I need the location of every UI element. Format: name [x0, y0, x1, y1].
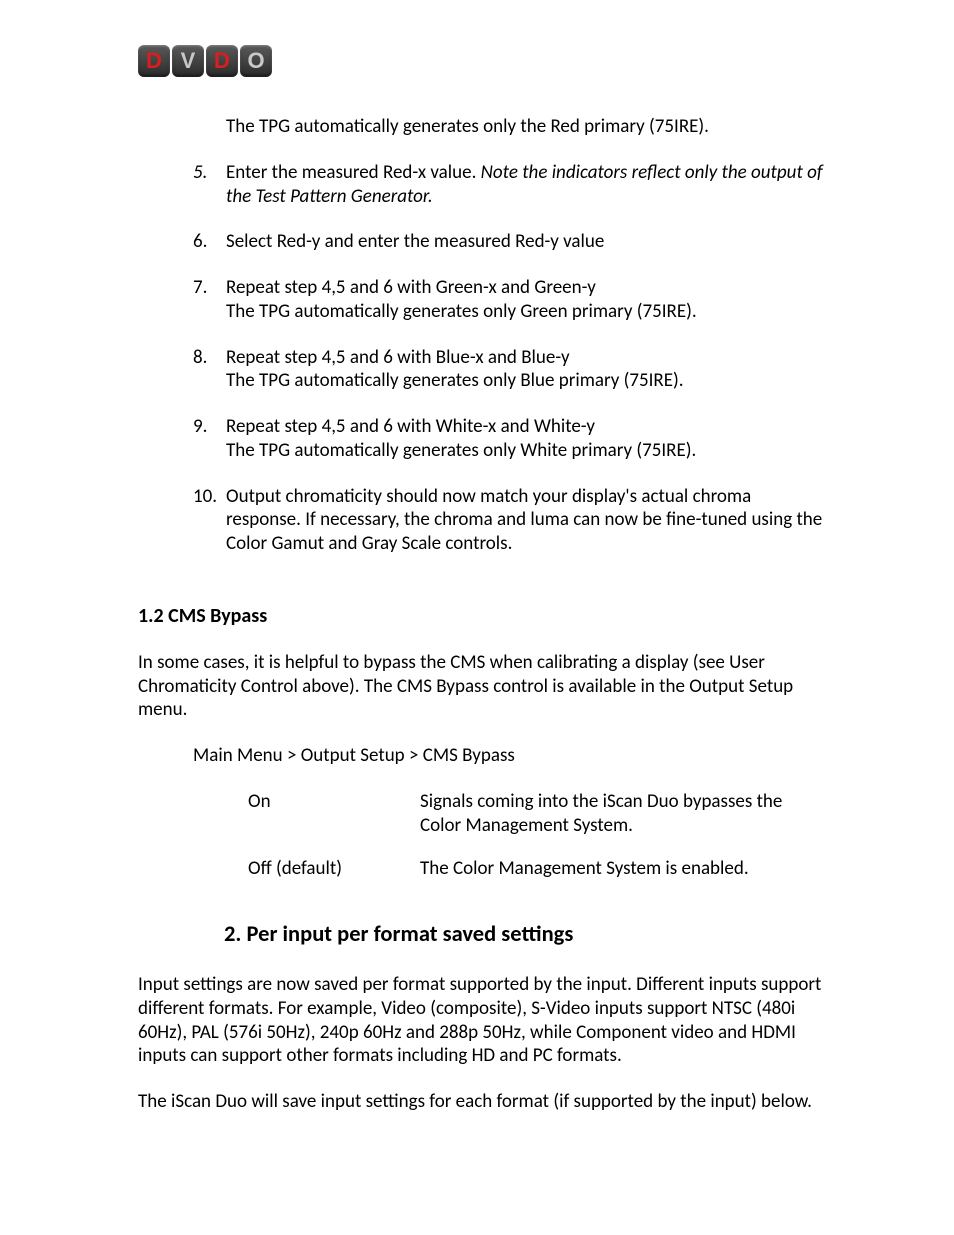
option-row: On Signals coming into the iScan Duo byp…: [248, 790, 824, 838]
option-row: Off (default) The Color Management Syste…: [248, 857, 824, 881]
option-desc: The Color Management System is enabled.: [420, 857, 824, 881]
numbered-list: The TPG automatically generates only the…: [138, 115, 824, 556]
list-text: Output chromaticity should now match you…: [226, 485, 824, 556]
list-number: 6.: [193, 230, 226, 254]
text-main: Enter the measured Red-x value.: [226, 161, 481, 184]
list-number: 10.: [193, 485, 226, 556]
section-2-para-2: The iScan Duo will save input settings f…: [138, 1090, 824, 1114]
list-text: Repeat step 4,5 and 6 with White-x and W…: [226, 415, 824, 463]
option-label: Off (default): [248, 857, 420, 881]
list-text: Enter the measured Red-x value. Note the…: [226, 161, 824, 209]
logo-letter-o: O: [240, 45, 272, 77]
list-item: 5. Enter the measured Red-x value. Note …: [193, 161, 824, 209]
intro-line: The TPG automatically generates only the…: [226, 115, 824, 139]
list-text: Repeat step 4,5 and 6 with Blue-x and Bl…: [226, 346, 824, 394]
logo-letter-v: V: [172, 45, 204, 77]
menu-path: Main Menu > Output Setup > CMS Bypass: [193, 744, 824, 768]
list-item: 9. Repeat step 4,5 and 6 with White-x an…: [193, 415, 824, 463]
list-item: 8. Repeat step 4,5 and 6 with Blue-x and…: [193, 346, 824, 394]
heading-1-2: 1.2 CMS Bypass: [138, 604, 824, 629]
list-number: 7.: [193, 276, 226, 324]
section-1-2-para: In some cases, it is helpful to bypass t…: [138, 651, 824, 722]
list-item: 7. Repeat step 4,5 and 6 with Green-x an…: [193, 276, 824, 324]
option-label: On: [248, 790, 420, 838]
list-number: 5.: [193, 161, 226, 209]
dvdo-logo: D V D O: [138, 45, 824, 77]
para-line-1: Repeat step 4,5 and 6 with Green-x and G…: [226, 276, 824, 300]
logo-letter-d2: D: [206, 45, 238, 77]
para-line-1: Repeat step 4,5 and 6 with White-x and W…: [226, 415, 824, 439]
para-line-2: The TPG automatically generates only Gre…: [226, 300, 824, 324]
para-line-2: The TPG automatically generates only Whi…: [226, 439, 824, 463]
list-item: 6. Select Red-y and enter the measured R…: [193, 230, 824, 254]
option-desc: Signals coming into the iScan Duo bypass…: [420, 790, 824, 838]
list-text: Select Red-y and enter the measured Red-…: [226, 230, 824, 254]
para-line-2: The TPG automatically generates only Blu…: [226, 369, 824, 393]
document-page: D V D O The TPG automatically generates …: [0, 0, 954, 1196]
para-line-1: Repeat step 4,5 and 6 with Blue-x and Bl…: [226, 346, 824, 370]
list-text: Repeat step 4,5 and 6 with Green-x and G…: [226, 276, 824, 324]
logo-letter-d: D: [138, 45, 170, 77]
heading-2: 2. Per input per format saved settings: [224, 921, 824, 949]
section-2-para-1: Input settings are now saved per format …: [138, 973, 824, 1068]
list-number: 9.: [193, 415, 226, 463]
list-number: 8.: [193, 346, 226, 394]
list-item: 10. Output chromaticity should now match…: [193, 485, 824, 556]
